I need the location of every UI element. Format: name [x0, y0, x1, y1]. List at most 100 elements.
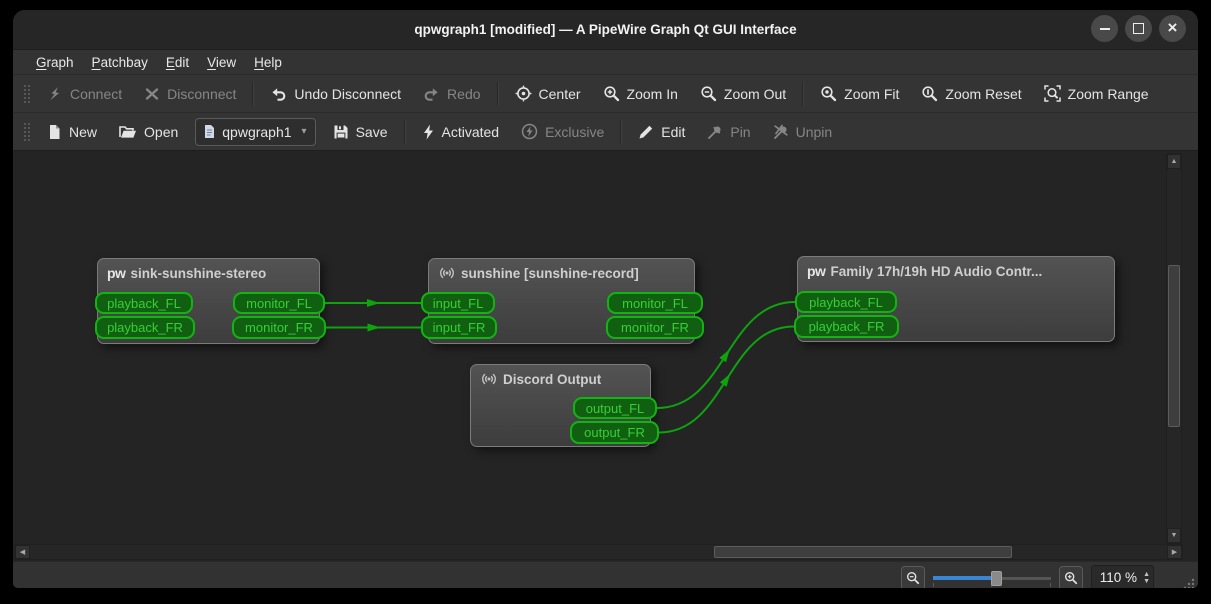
port-sink-playback_FL[interactable]: playback_FL [95, 292, 193, 314]
chevron-down-icon: ▾ [301, 126, 307, 137]
scroll-left-button[interactable]: ◀ [15, 545, 30, 559]
port-sink-monitor_FR[interactable]: monitor_FR [232, 316, 326, 339]
spin-down-icon[interactable]: ▼ [1143, 578, 1150, 585]
scroll-down-button[interactable]: ▼ [1167, 528, 1181, 543]
node-title: sink-sunshine-stereo [130, 265, 267, 281]
redo-button[interactable]: Redo [412, 80, 491, 108]
horizontal-scrollbar[interactable]: ◀ ▶ [14, 544, 1183, 560]
zoom-in-icon [1064, 571, 1077, 584]
port-sink-monitor_FL[interactable]: monitor_FL [233, 292, 325, 314]
toolbar-separator [496, 81, 499, 106]
app-window: qpwgraph1 [modified] — A PipeWire Graph … [13, 10, 1198, 588]
zoom-reset-button[interactable]: Zoom Reset [910, 80, 1032, 108]
exclusive-button[interactable]: Exclusive [510, 118, 615, 146]
spinbox-arrows[interactable]: ▲ ▼ [1143, 571, 1150, 585]
activated-button[interactable]: Activated [411, 118, 511, 146]
unpin-button[interactable]: Unpin [762, 118, 844, 146]
graph-canvas[interactable]: ▲ ▼ ◀ ▶ pw sink-sunshine-stereo playback_F… [13, 150, 1198, 561]
open-button[interactable]: Open [108, 118, 189, 146]
toolbar-main: Connect Disconnect Undo Disconnect Redo … [13, 74, 1198, 112]
save-icon [334, 125, 348, 138]
scroll-right-button[interactable]: ▶ [1167, 545, 1182, 559]
exclusive-bolt-icon [521, 123, 538, 140]
node-title: sunshine [sunshine-record] [461, 265, 639, 281]
zoom-slider-handle[interactable] [990, 570, 1002, 586]
vertical-scrollbar[interactable]: ▲ ▼ [1166, 153, 1182, 544]
toolbar-grip[interactable] [23, 120, 30, 143]
vertical-scroll-thumb[interactable] [1168, 265, 1180, 427]
pin-button[interactable]: Pin [696, 118, 761, 146]
statusbar-zoom-out-button[interactable] [900, 565, 925, 588]
port-discord-output_FL[interactable]: output_FL [573, 397, 657, 419]
toolbar-separator [620, 119, 623, 144]
horizontal-scroll-thumb[interactable] [714, 546, 1012, 558]
maximize-icon [1133, 23, 1144, 34]
new-file-icon [50, 124, 60, 139]
spin-up-icon[interactable]: ▲ [1143, 571, 1150, 578]
zoom-out-icon [906, 571, 919, 584]
edit-button[interactable]: Edit [627, 118, 696, 146]
port-discord-output_FR[interactable]: output_FR [570, 421, 659, 444]
zoom-range-icon [1043, 85, 1061, 102]
toolbar-grip[interactable] [23, 82, 30, 105]
pin-icon [708, 126, 721, 139]
patchbay-file-icon [205, 125, 215, 138]
zoom-spinbox[interactable]: 110 % ▲ ▼ [1090, 564, 1154, 588]
port-family-playback_FR[interactable]: playback_FR [794, 315, 899, 338]
toolbar-separator [802, 81, 805, 106]
connection-arrow-icon [719, 373, 731, 387]
slider-tick [1049, 582, 1051, 587]
connection-arrow-icon [367, 299, 380, 307]
window-title: qpwgraph1 [modified] — A PipeWire Graph … [414, 22, 797, 37]
menubar: Graph Patchbay Edit View Help [13, 50, 1198, 74]
menu-help[interactable]: Help [245, 53, 291, 72]
zoom-in-button[interactable]: Zoom In [592, 80, 689, 108]
status-bar: 110 % ▲ ▼ [13, 561, 1198, 588]
zoom-out-icon [701, 86, 717, 102]
menu-view[interactable]: View [198, 53, 245, 72]
minimize-button[interactable] [1091, 15, 1118, 42]
node-title: Discord Output [503, 371, 602, 387]
node-title: Family 17h/19h HD Audio Contr... [830, 263, 1043, 279]
close-button[interactable]: × [1159, 15, 1186, 42]
connect-button[interactable]: Connect [36, 80, 133, 108]
broadcast-icon [438, 265, 456, 281]
statusbar-zoom-in-button[interactable] [1058, 565, 1083, 588]
scroll-up-button[interactable]: ▲ [1167, 154, 1181, 169]
toolbar-separator [403, 119, 406, 144]
port-sunshine-input_FL[interactable]: input_FL [421, 292, 495, 314]
zoom-slider[interactable] [932, 569, 1051, 587]
port-sunshine-monitor_FR[interactable]: monitor_FR [606, 316, 704, 339]
patchbay-combobox[interactable]: qpwgraph1 ▾ [195, 117, 316, 146]
zoom-range-button[interactable]: Zoom Range [1033, 80, 1160, 108]
center-icon [515, 85, 531, 102]
zoom-fit-button[interactable]: Zoom Fit [809, 80, 910, 108]
save-button[interactable]: Save [322, 118, 399, 146]
connection-arrow-icon [719, 349, 730, 363]
zoom-in-icon [603, 86, 619, 102]
new-button[interactable]: New [36, 118, 108, 146]
broadcast-icon [480, 371, 498, 387]
unpin-icon [773, 124, 788, 139]
menu-graph[interactable]: Graph [27, 53, 83, 72]
port-sunshine-monitor_FL[interactable]: monitor_FL [607, 292, 703, 314]
connections-layer [325, 299, 796, 434]
connection-arrow-icon [367, 323, 381, 332]
disconnect-button[interactable]: Disconnect [133, 80, 247, 108]
undo-disconnect-button[interactable]: Undo Disconnect [259, 80, 412, 108]
port-family-playback_FL[interactable]: playback_FL [795, 291, 897, 313]
resize-grip-icon[interactable] [1181, 576, 1195, 588]
port-sunshine-input_FR[interactable]: input_FR [421, 316, 497, 339]
toolbar-file: New Open qpwgraph1 ▾ Save Activated Excl… [13, 112, 1198, 150]
edit-pencil-icon [639, 125, 653, 138]
port-sink-playback_FR[interactable]: playback_FR [95, 316, 195, 339]
title-bar: qpwgraph1 [modified] — A PipeWire Graph … [13, 10, 1198, 50]
zoom-out-button[interactable]: Zoom Out [689, 80, 797, 108]
maximize-button[interactable] [1125, 15, 1152, 42]
close-icon: × [1167, 18, 1178, 37]
minimize-icon [1099, 27, 1110, 30]
center-button[interactable]: Center [504, 80, 592, 108]
menu-patchbay[interactable]: Patchbay [83, 53, 157, 72]
slider-tick [932, 582, 934, 587]
menu-edit[interactable]: Edit [157, 53, 198, 72]
